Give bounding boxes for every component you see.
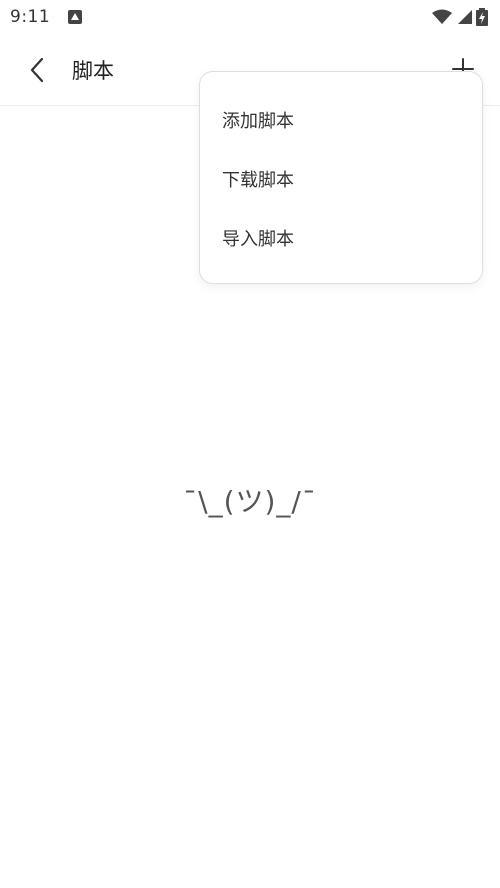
notification-a-icon: [68, 10, 83, 24]
battery-icon: [476, 8, 488, 26]
popup-menu: 添加脚本 下载脚本 导入脚本: [199, 71, 483, 284]
status-bar: 9:11: [0, 0, 500, 34]
status-icons: [432, 8, 488, 26]
status-time: 9:11: [10, 7, 51, 27]
menu-item-add-script[interactable]: 添加脚本: [200, 90, 482, 149]
back-button[interactable]: [12, 45, 62, 95]
chevron-left-icon: [30, 57, 44, 82]
signal-icon: [458, 10, 472, 24]
wifi-icon: [432, 9, 452, 24]
menu-item-download-script[interactable]: 下载脚本: [200, 149, 482, 208]
scripts-screen: 9:11 脚本 ¯\_(ツ)_/¯ 添加脚本 下载脚本 导入脚本: [0, 0, 500, 888]
empty-state-text: ¯\_(ツ)_/¯: [183, 485, 317, 518]
page-title: 脚本: [72, 58, 114, 83]
menu-item-import-script[interactable]: 导入脚本: [200, 208, 482, 267]
